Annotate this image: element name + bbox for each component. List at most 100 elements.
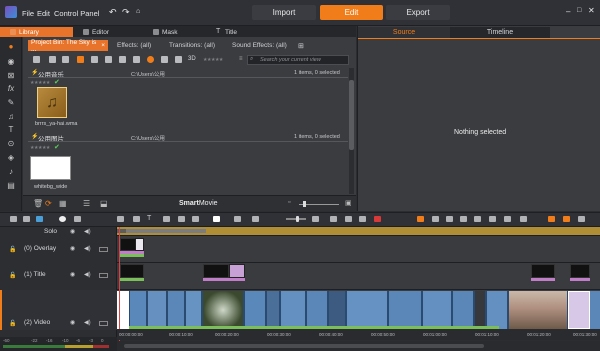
overlay-clip-end[interactable] — [135, 238, 144, 251]
speaker-icon[interactable]: ◀) — [84, 228, 91, 235]
tab-source[interactable]: Source — [358, 27, 450, 38]
title-icon[interactable]: T — [7, 126, 15, 134]
timeline-scrollbar[interactable] — [124, 344, 484, 348]
menu-edit[interactable]: Edit — [37, 9, 50, 18]
project-bin-icon[interactable]: ● — [7, 43, 15, 51]
lock-icon[interactable]: 🔓 — [9, 272, 16, 279]
zoom-slider-handle[interactable] — [303, 201, 306, 207]
effects-icon[interactable]: fx — [7, 85, 15, 93]
split-audio-icon[interactable] — [178, 216, 185, 222]
speaker-icon[interactable]: ◀) — [84, 245, 91, 252]
redo-icon[interactable]: ↷ — [122, 7, 130, 18]
folder-icon[interactable] — [49, 56, 56, 63]
fit-timeline-icon[interactable] — [548, 216, 555, 222]
zoom-out-icon[interactable]: ▫ — [288, 199, 290, 206]
video-clip[interactable] — [486, 291, 508, 329]
layers-icon[interactable]: ◈ — [7, 154, 15, 162]
eye-icon[interactable]: ◉ — [70, 271, 75, 278]
video-clip[interactable] — [244, 291, 266, 329]
video-clip[interactable] — [129, 291, 147, 329]
collections-icon[interactable]: ◉ — [7, 58, 15, 66]
eye-icon[interactable]: ◉ — [70, 245, 75, 252]
effects-tab[interactable]: Effects: (all) — [117, 42, 151, 49]
edit-button[interactable]: Edit — [320, 5, 383, 20]
library-scroll-thumb[interactable] — [349, 80, 354, 150]
tab-library[interactable]: Library — [0, 27, 73, 37]
video-clip[interactable] — [452, 291, 474, 329]
zoom-in-icon[interactable]: ▣ — [345, 199, 352, 207]
import-button[interactable]: Import — [252, 5, 316, 20]
list-view-icon[interactable] — [119, 56, 126, 63]
details-icon[interactable] — [133, 56, 140, 63]
pointer-tool-icon[interactable] — [417, 216, 424, 222]
video-clip[interactable] — [185, 291, 202, 329]
volume-handle[interactable] — [296, 216, 299, 222]
speaker-icon[interactable]: ◀) — [84, 271, 91, 278]
tag-icon[interactable] — [77, 56, 84, 63]
asset-rating[interactable]: ★★★★★ — [30, 80, 50, 86]
video-clip[interactable] — [306, 291, 328, 329]
slip-tool-icon[interactable] — [446, 216, 453, 222]
track-monitor-icon[interactable] — [99, 321, 108, 326]
transitions-icon[interactable]: ⊠ — [7, 72, 15, 80]
video-clip-end[interactable] — [568, 291, 590, 329]
tab-title[interactable]: T Title — [206, 27, 276, 37]
video-clip[interactable] — [422, 291, 452, 329]
menu-control-panel[interactable]: Control Panel — [54, 9, 99, 18]
eye-icon[interactable]: ◉ — [70, 228, 75, 235]
grid-view-icon[interactable] — [105, 56, 112, 63]
disc-icon[interactable]: ⊙ — [7, 140, 15, 148]
eye-icon[interactable]: ◉ — [70, 319, 75, 326]
lock-icon[interactable] — [359, 216, 366, 222]
razor-icon[interactable] — [117, 216, 124, 222]
video-clip[interactable] — [266, 291, 280, 329]
storyboard-icon[interactable] — [23, 216, 30, 222]
trim-tool-icon[interactable] — [432, 216, 439, 222]
title-clip[interactable] — [120, 264, 144, 278]
close-icon[interactable]: ✕ — [588, 6, 595, 15]
speaker-icon[interactable]: ◀) — [84, 319, 91, 326]
check-filter-icon[interactable] — [147, 56, 154, 63]
sound-effects-icon[interactable]: ♪ — [7, 168, 15, 176]
minimize-icon[interactable]: – — [566, 7, 570, 16]
audio-filter-icon[interactable] — [175, 56, 182, 63]
refresh-icon[interactable]: ⟳ — [45, 199, 52, 208]
video-clip-forest[interactable] — [202, 291, 244, 329]
list-menu-icon[interactable]: ☰ — [83, 199, 90, 208]
video-clip[interactable] — [167, 291, 185, 329]
add-tab-icon[interactable]: ⊞ — [298, 42, 304, 50]
timeline-settings-icon[interactable] — [10, 216, 17, 222]
film-icon[interactable]: ▤ — [7, 182, 15, 190]
zoom-timeline-icon[interactable] — [563, 216, 570, 222]
marker-icon[interactable] — [163, 216, 170, 222]
hand-tool-icon[interactable] — [504, 216, 511, 222]
filter-icon[interactable] — [62, 56, 69, 63]
lock-icon[interactable]: 🔓 — [9, 320, 16, 327]
view-icon[interactable] — [33, 56, 40, 63]
record-icon[interactable] — [59, 216, 66, 222]
video-clip[interactable] — [147, 291, 167, 329]
import-icon[interactable]: ▦ — [59, 199, 67, 208]
search-input[interactable]: Search your current view — [247, 55, 349, 65]
color-tag-icon[interactable] — [374, 216, 381, 222]
playhead[interactable] — [119, 227, 120, 342]
fullscreen-icon[interactable] — [578, 216, 585, 222]
add-title-icon[interactable]: T — [147, 215, 151, 222]
tab-timeline[interactable]: Timeline — [450, 27, 550, 38]
menu-file[interactable]: File — [22, 9, 34, 18]
sound-effects-tab[interactable]: Sound Effects: (all) — [232, 42, 287, 49]
mic-icon[interactable] — [192, 216, 199, 222]
split-icon[interactable] — [133, 216, 140, 222]
video-clip[interactable] — [280, 291, 306, 329]
smartmovie-button[interactable]: SmartMovie — [179, 200, 218, 207]
music-icon[interactable]: ♫ — [7, 113, 15, 121]
video-clip[interactable] — [346, 291, 388, 329]
timeline-ruler[interactable]: 00:00:00:00 00:00:10:00 00:00:20:00 00:0… — [117, 329, 600, 340]
undo-icon[interactable]: ↶ — [109, 7, 117, 18]
rating-filter[interactable]: ★★★★★ — [203, 57, 223, 63]
lock-icon[interactable]: 🔓 — [9, 246, 16, 253]
dynamic-length-icon[interactable] — [234, 216, 241, 222]
audio-scrub-icon[interactable] — [252, 216, 259, 222]
home-icon[interactable]: ⌂ — [136, 8, 140, 15]
trash-icon[interactable]: 🗑 — [33, 199, 43, 208]
